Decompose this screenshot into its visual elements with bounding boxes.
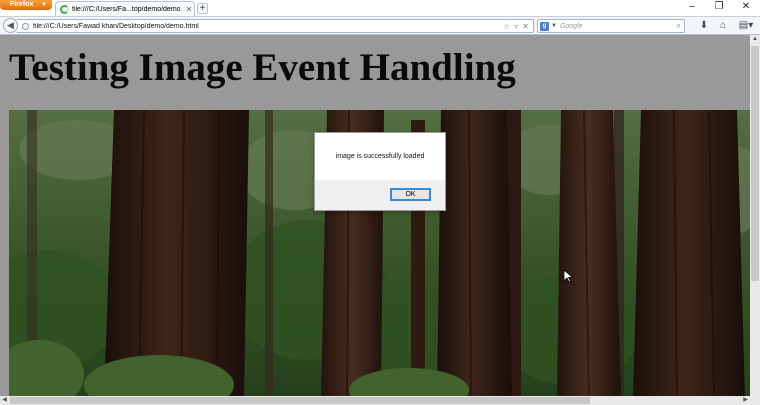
alert-dialog: image is successfully loaded OK — [314, 132, 446, 211]
chevron-down-icon[interactable]: ▼ — [551, 23, 557, 29]
minimize-button[interactable]: – — [679, 0, 705, 14]
scroll-left-arrow-icon[interactable]: ◀ — [0, 396, 9, 405]
history-dropdown-icon[interactable]: ▿ — [514, 22, 518, 31]
alert-footer: OK — [315, 180, 445, 210]
mouse-cursor-icon — [564, 270, 573, 283]
chevron-down-icon: ▼ — [41, 2, 47, 8]
url-text[interactable]: file:///C:/Users/Fawad khan/Desktop/demo… — [33, 23, 503, 30]
vertical-scroll-thumb[interactable] — [751, 46, 759, 281]
address-bar[interactable]: file:///C:/Users/Fawad khan/Desktop/demo… — [17, 19, 534, 33]
tab-demo[interactable]: file:///C:/Users/Fa...top/demo/demo.html… — [55, 1, 195, 16]
modal-overlay — [0, 35, 750, 405]
globe-icon — [22, 22, 29, 30]
vertical-scrollbar[interactable]: ▲ — [750, 35, 760, 396]
page-viewport: Testing Image Event Handling ▲ ◀ ▶ image… — [0, 35, 760, 405]
new-tab-button[interactable]: + — [197, 3, 208, 14]
horizontal-scroll-thumb[interactable] — [10, 397, 590, 404]
downloads-icon[interactable]: ⬇ — [698, 20, 710, 32]
navigation-toolbar: file:///C:/Users/Fawad khan/Desktop/demo… — [0, 16, 760, 35]
bookmarks-menu-icon[interactable]: ▤▾ — [738, 20, 754, 32]
title-bar: Firefox ▼ file:///C:/Users/Fa...top/demo… — [0, 0, 760, 16]
restore-button[interactable]: ❐ — [706, 0, 732, 14]
home-icon[interactable]: ⌂ — [717, 20, 729, 32]
search-placeholder[interactable]: Google — [560, 23, 677, 30]
tab-title: file:///C:/Users/Fa...top/demo/demo.html — [72, 5, 181, 13]
loading-spinner-icon — [60, 4, 69, 14]
close-window-button[interactable]: ✕ — [733, 0, 759, 14]
firefox-menu-button[interactable]: Firefox ▼ — [0, 0, 52, 10]
ok-button[interactable]: OK — [390, 188, 431, 201]
scroll-right-arrow-icon[interactable]: ▶ — [741, 396, 750, 405]
search-icon[interactable]: ⌕ — [677, 21, 681, 31]
back-button[interactable]: ◀ — [3, 18, 18, 33]
search-engine-icon[interactable]: g — [540, 21, 549, 31]
close-tab-icon[interactable]: ✕ — [184, 5, 194, 14]
search-bar[interactable]: g ▼ Google ⌕ — [537, 19, 685, 33]
alert-message: image is successfully loaded — [335, 153, 425, 160]
horizontal-scrollbar[interactable]: ◀ ▶ — [0, 396, 760, 405]
firefox-menu-label: Firefox — [10, 1, 34, 8]
scroll-up-arrow-icon[interactable]: ▲ — [750, 35, 760, 44]
bookmark-star-icon[interactable]: ☆ — [503, 22, 510, 31]
stop-icon[interactable]: ✕ — [522, 22, 529, 31]
